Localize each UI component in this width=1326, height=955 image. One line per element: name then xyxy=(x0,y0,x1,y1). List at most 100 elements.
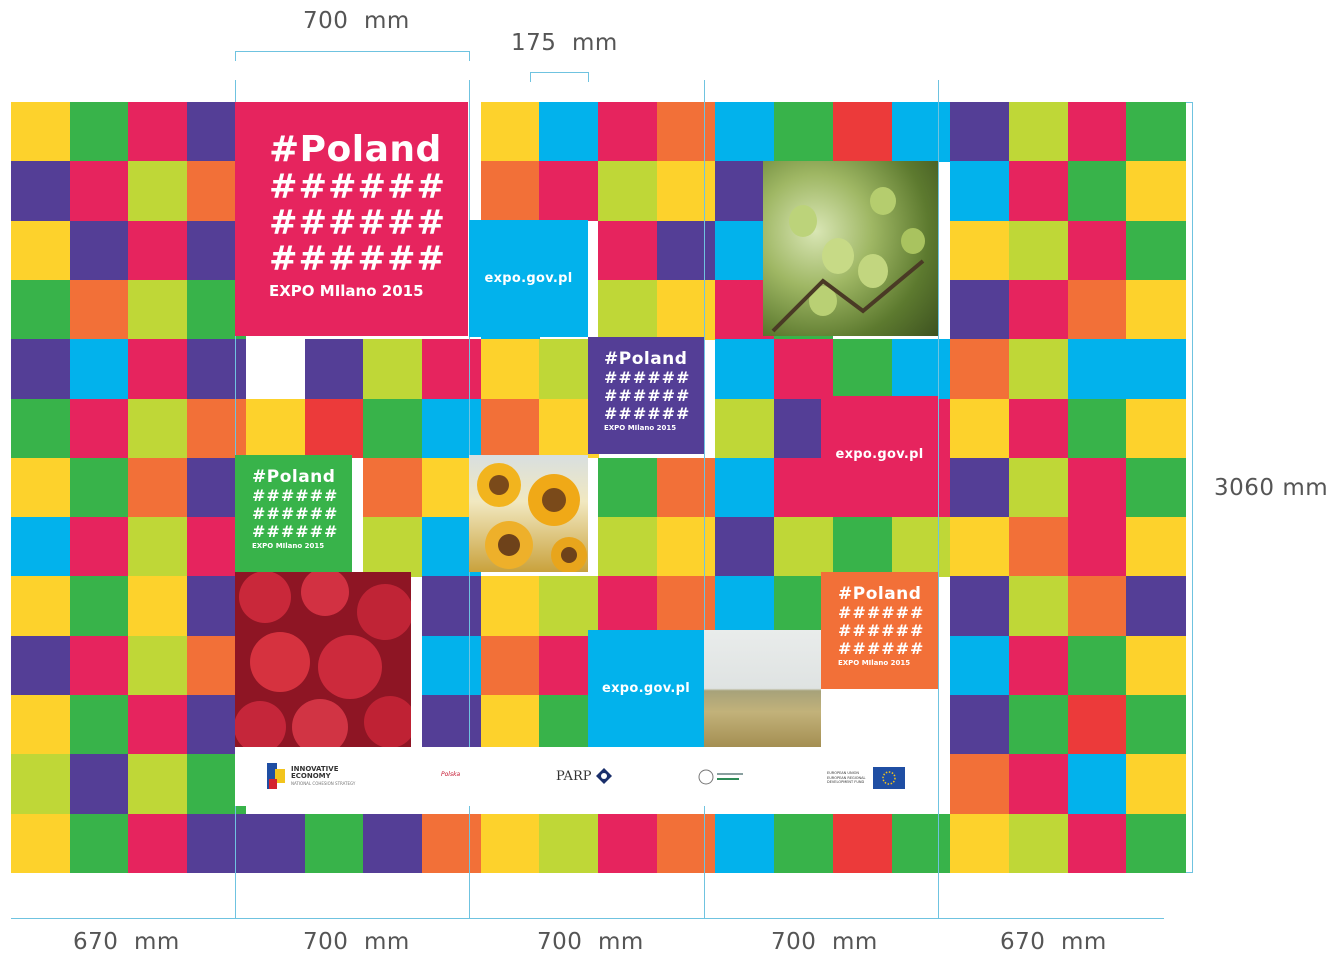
parp-logo: PARP xyxy=(556,767,613,785)
right-height-line xyxy=(1192,102,1193,873)
hash-row: ###### xyxy=(838,621,925,640)
mosaic-square xyxy=(950,339,1010,400)
top-width-line xyxy=(235,51,469,52)
mosaic-square xyxy=(891,517,951,577)
event-text: EXPO MIlano 2015 xyxy=(269,282,424,300)
mosaic-square xyxy=(128,161,188,222)
mosaic-square xyxy=(1008,457,1069,518)
mosaic-square xyxy=(598,220,658,281)
mosaic-square xyxy=(11,102,71,162)
hashtag-text: #Poland xyxy=(252,467,336,487)
mosaic-square xyxy=(774,102,834,162)
mosaic-square xyxy=(11,161,71,222)
mosaic-square xyxy=(69,635,129,696)
mosaic-square xyxy=(187,339,247,400)
mosaic-square xyxy=(480,813,540,874)
right-height-label: 3060 mm xyxy=(1214,475,1326,501)
mosaic-square xyxy=(1008,576,1069,637)
mosaic-square xyxy=(656,102,716,162)
mosaic-square xyxy=(1067,161,1127,222)
mosaic-square xyxy=(1008,398,1069,459)
mosaic-square xyxy=(715,576,775,637)
polska-text: Polska xyxy=(441,771,461,778)
mosaic-square xyxy=(1126,457,1186,518)
innovative-economy-logo: INNOVATIVE ECONOMY NATIONAL COHESION STR… xyxy=(265,761,355,791)
mosaic-square xyxy=(69,813,129,874)
mosaic-square xyxy=(950,635,1010,696)
poland-tile-orange: #Poland ###### ###### ###### EXPO MIlano… xyxy=(821,572,938,689)
top-width-label: 700 mm xyxy=(303,8,410,34)
mosaic-square xyxy=(598,102,658,162)
mosaic-square xyxy=(1008,339,1069,400)
mosaic-square xyxy=(69,398,129,459)
mosaic-square xyxy=(832,339,893,400)
mosaic-square xyxy=(1126,398,1186,459)
mosaic-square xyxy=(11,517,71,577)
mosaic-square xyxy=(128,339,188,400)
raspberries-illustration xyxy=(235,572,411,747)
mosaic-square xyxy=(950,398,1010,459)
hash-row: ###### xyxy=(604,386,691,405)
mosaic-square xyxy=(363,457,423,518)
mosaic-square xyxy=(598,279,658,340)
mosaic-square xyxy=(421,576,482,637)
hashtag-text: #Poland xyxy=(604,349,688,369)
mosaic-square xyxy=(715,339,775,400)
mosaic-square xyxy=(128,457,188,518)
mosaic-square xyxy=(656,220,716,281)
mosaic-square xyxy=(11,695,71,755)
mosaic-square xyxy=(539,813,599,874)
mosaic-square xyxy=(891,813,951,874)
mosaic-square xyxy=(774,517,834,577)
mosaic-square xyxy=(11,813,71,874)
eu-flag-icon xyxy=(873,767,905,789)
mosaic-square xyxy=(1126,576,1186,637)
event-text: EXPO MIlano 2015 xyxy=(252,542,325,550)
mosaic-square xyxy=(891,102,951,162)
mosaic-square xyxy=(774,339,834,400)
mosaic-square xyxy=(1126,279,1186,340)
mosaic-square xyxy=(656,813,716,874)
mosaic-square xyxy=(1126,754,1186,815)
mosaic-square xyxy=(598,517,658,577)
hash-row: ###### xyxy=(838,603,925,622)
innovative-economy-text: INNOVATIVE ECONOMY xyxy=(291,765,339,780)
hash-row: ###### xyxy=(269,167,446,207)
mosaic-square xyxy=(891,339,951,400)
mosaic-square xyxy=(11,398,71,459)
mosaic-square xyxy=(11,279,71,340)
mosaic-square xyxy=(656,457,716,518)
mosaic-square xyxy=(128,220,188,281)
mosaic-square xyxy=(539,161,599,222)
mosaic-square xyxy=(363,339,423,400)
mosaic-square xyxy=(1067,754,1127,815)
bottom-label-4: 700 mm xyxy=(771,929,878,955)
mosaic-square xyxy=(128,398,188,459)
poland-tile-purple: #Poland ###### ###### ###### EXPO MIlano… xyxy=(588,337,704,454)
mosaic-square xyxy=(1008,813,1069,874)
mosaic-square xyxy=(480,695,540,755)
mosaic-square xyxy=(598,813,658,874)
event-text: EXPO MIlano 2015 xyxy=(838,659,911,667)
mosaic-square xyxy=(1008,754,1069,815)
mosaic-square xyxy=(480,102,540,162)
mosaic-square xyxy=(480,635,540,696)
mosaic-square xyxy=(950,279,1010,340)
innovative-economy-sub: NATIONAL COHESION STRATEGY xyxy=(291,781,356,786)
url-tile-cyan-2: expo.gov.pl xyxy=(588,630,704,747)
mosaic-square xyxy=(656,161,716,222)
hash-row: ###### xyxy=(838,639,925,658)
mosaic-square xyxy=(1126,220,1186,281)
mosaic-square xyxy=(656,517,716,577)
apples-photo xyxy=(763,161,938,336)
mosaic-square xyxy=(421,398,482,459)
apples-illustration xyxy=(771,187,925,333)
mosaic-square xyxy=(480,576,540,637)
mosaic-square xyxy=(1067,398,1127,459)
hash-row: ###### xyxy=(252,522,339,541)
mosaic-square xyxy=(656,279,716,340)
mosaic-square xyxy=(69,754,129,815)
mosaic-square xyxy=(774,813,834,874)
mosaic-square xyxy=(421,339,482,400)
mosaic-square xyxy=(1126,517,1186,577)
